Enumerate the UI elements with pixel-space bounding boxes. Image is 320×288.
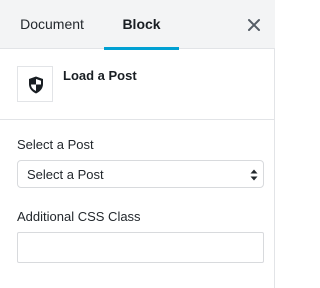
sidebar-tabs: Document Block — [0, 0, 275, 50]
tab-block-label: Block — [122, 16, 161, 32]
up-down-arrows-icon — [250, 169, 258, 181]
select-post-value: Select a Post — [27, 167, 104, 182]
close-button[interactable] — [240, 12, 268, 38]
additional-css-class-input[interactable] — [17, 232, 264, 263]
tab-document[interactable]: Document — [8, 0, 96, 49]
block-inspector-sidebar: Document Block Load a Post Select a Post… — [0, 0, 275, 288]
additional-css-class-label: Additional CSS Class — [17, 209, 141, 224]
block-title: Load a Post — [63, 68, 137, 83]
select-post-dropdown[interactable]: Select a Post — [17, 160, 264, 188]
shield-icon — [29, 76, 43, 94]
block-icon-box — [17, 66, 53, 102]
block-card: Load a Post — [0, 49, 275, 120]
select-post-label: Select a Post — [17, 137, 94, 152]
tab-block[interactable]: Block — [104, 0, 179, 50]
close-icon — [248, 19, 260, 31]
